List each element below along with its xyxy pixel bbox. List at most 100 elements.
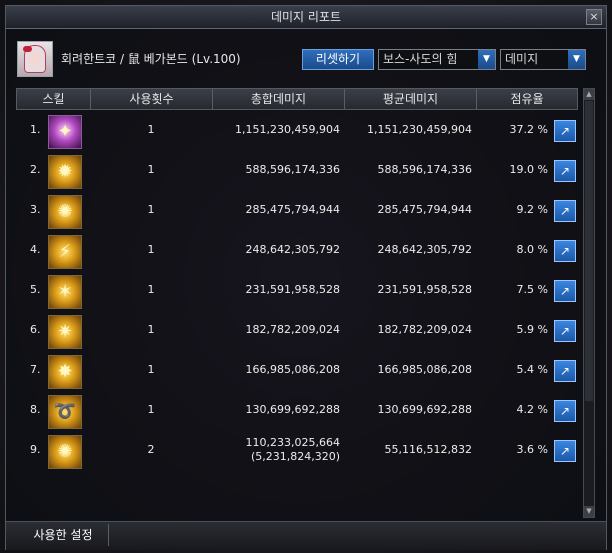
table-row: 3. ✺ 1 285,475,794,944 285,475,794,944 9… (16, 192, 578, 232)
skill-glyph-icon: ✺ (57, 441, 73, 462)
dungeon-dropdown[interactable]: 보스-사도의 힘 ▼ (378, 49, 496, 70)
dungeon-dropdown-value: 보스-사도의 힘 (383, 52, 458, 66)
table-row: 5. ✶ 1 231,591,958,528 231,591,958,528 7… (16, 272, 578, 312)
table-row: 6. ✷ 1 182,782,209,024 182,782,209,024 5… (16, 312, 578, 352)
row-uses: 1 (147, 323, 155, 336)
skill-glyph-icon: ✶ (57, 281, 73, 302)
header-total-damage[interactable]: 총합데미지 (213, 89, 345, 109)
row-uses: 1 (147, 363, 155, 376)
row-total-damage-sub: (5,231,824,320) (250, 450, 340, 463)
chevron-down-icon: ▼ (568, 50, 585, 69)
table-row: 4. ⚡ 1 248,642,305,792 248,642,305,792 8… (16, 232, 578, 272)
scroll-up-icon[interactable]: ▲ (584, 89, 594, 100)
damage-report-window: 데미지 리포트 × 회려한트코 / 鼠 베가본드 (Lv.100) 리셋하기 보… (5, 5, 607, 550)
table-row: 1. ✦ 1 1,151,230,459,904 1,151,230,459,9… (16, 112, 578, 152)
share-link-icon[interactable]: ↗ (554, 240, 576, 262)
share-link-icon[interactable]: ↗ (554, 400, 576, 422)
row-total-damage: 248,642,305,792 (245, 243, 340, 256)
row-avg-damage: 248,642,305,792 (377, 243, 472, 256)
row-share: 5.9 % (516, 323, 548, 336)
skill-glyph-icon: ✷ (57, 321, 73, 342)
character-avatar (17, 41, 53, 77)
share-link-icon[interactable]: ↗ (554, 280, 576, 302)
character-info: 회려한트코 / 鼠 베가본드 (Lv.100) (61, 52, 241, 66)
chevron-down-icon: ▼ (478, 50, 495, 69)
row-avg-damage: 55,116,512,832 (384, 443, 472, 456)
row-avg-damage: 166,985,086,208 (377, 363, 472, 376)
skill-icon: ✺ (48, 435, 82, 469)
row-uses: 1 (147, 123, 155, 136)
row-total-damage: 588,596,174,336 (245, 163, 340, 176)
row-total-damage: 182,782,209,024 (245, 323, 340, 336)
table-row: 9. ✺ 2 110,233,025,664 (5,231,824,320) 5… (16, 432, 578, 472)
row-uses: 1 (147, 283, 155, 296)
table-row: 8. ➰ 1 130,699,692,288 130,699,692,288 4… (16, 392, 578, 432)
row-avg-damage: 285,475,794,944 (377, 203, 472, 216)
skill-icon: ➰ (48, 395, 82, 429)
row-uses: 1 (147, 203, 155, 216)
avatar-ribbon (23, 46, 32, 52)
row-share: 9.2 % (516, 203, 548, 216)
scrollbar-thumb[interactable] (585, 101, 593, 401)
share-link-icon[interactable]: ↗ (554, 320, 576, 342)
share-link-icon[interactable]: ↗ (554, 360, 576, 382)
header-skill[interactable]: 스킬 (17, 89, 91, 109)
row-share: 5.4 % (516, 363, 548, 376)
share-link-icon[interactable]: ↗ (554, 440, 576, 462)
window-title: 데미지 리포트 (270, 10, 342, 24)
row-index: 6. (30, 323, 41, 336)
skill-glyph-icon: ✹ (57, 161, 73, 182)
skill-glyph-icon: ✸ (57, 361, 73, 382)
table-header: 스킬 사용횟수 총합데미지 평균데미지 점유율 (16, 88, 578, 110)
header-share[interactable]: 점유율 (477, 89, 577, 109)
settings-tab-button[interactable]: 사용한 설정 (18, 524, 109, 546)
header-avg-damage[interactable]: 평균데미지 (345, 89, 477, 109)
header-uses[interactable]: 사용횟수 (91, 89, 213, 109)
share-link-icon[interactable]: ↗ (554, 160, 576, 182)
row-uses: 1 (147, 163, 155, 176)
row-avg-damage: 182,782,209,024 (377, 323, 472, 336)
row-total-damage: 130,699,692,288 (245, 403, 340, 416)
type-dropdown[interactable]: 데미지 ▼ (500, 49, 586, 70)
table-row: 7. ✸ 1 166,985,086,208 166,985,086,208 5… (16, 352, 578, 392)
skill-glyph-icon: ⚡ (58, 241, 72, 262)
damage-table: 스킬 사용횟수 총합데미지 평균데미지 점유율 1. ✦ 1 1,151,230… (16, 88, 578, 478)
row-index: 2. (30, 163, 41, 176)
skill-glyph-icon: ✺ (57, 201, 73, 222)
table-scrollbar[interactable]: ▲ ▼ (583, 88, 595, 518)
row-index: 7. (30, 363, 41, 376)
type-dropdown-value: 데미지 (505, 52, 539, 66)
skill-icon: ✦ (48, 115, 82, 149)
share-link-icon[interactable]: ↗ (554, 120, 576, 142)
row-share: 4.2 % (516, 403, 548, 416)
row-avg-damage: 130,699,692,288 (377, 403, 472, 416)
row-share: 7.5 % (516, 283, 548, 296)
row-uses: 2 (147, 443, 155, 456)
row-avg-damage: 1,151,230,459,904 (367, 123, 472, 136)
table-row: 2. ✹ 1 588,596,174,336 588,596,174,336 1… (16, 152, 578, 192)
row-uses: 1 (147, 403, 155, 416)
row-avg-damage: 231,591,958,528 (377, 283, 472, 296)
share-link-icon[interactable]: ↗ (554, 200, 576, 222)
row-index: 5. (30, 283, 41, 296)
row-total-damage: 285,475,794,944 (245, 203, 340, 216)
skill-icon: ⚡ (48, 235, 82, 269)
skill-icon: ✺ (48, 195, 82, 229)
title-bar[interactable]: 데미지 리포트 × (6, 6, 606, 29)
skill-icon: ✸ (48, 355, 82, 389)
skill-glyph-icon: ➰ (53, 401, 77, 422)
row-total-damage: 231,591,958,528 (245, 283, 340, 296)
close-button[interactable]: × (586, 9, 602, 25)
row-share: 3.6 % (516, 443, 548, 456)
skill-icon: ✹ (48, 155, 82, 189)
row-total-damage: 166,985,086,208 (245, 363, 340, 376)
scroll-down-icon[interactable]: ▼ (584, 506, 594, 517)
row-index: 1. (30, 123, 41, 136)
skill-icon: ✶ (48, 275, 82, 309)
row-index: 4. (30, 243, 41, 256)
row-share: 37.2 % (509, 123, 548, 136)
row-share: 19.0 % (509, 163, 548, 176)
row-share: 8.0 % (516, 243, 548, 256)
skill-icon: ✷ (48, 315, 82, 349)
reset-button[interactable]: 리셋하기 (302, 49, 374, 70)
